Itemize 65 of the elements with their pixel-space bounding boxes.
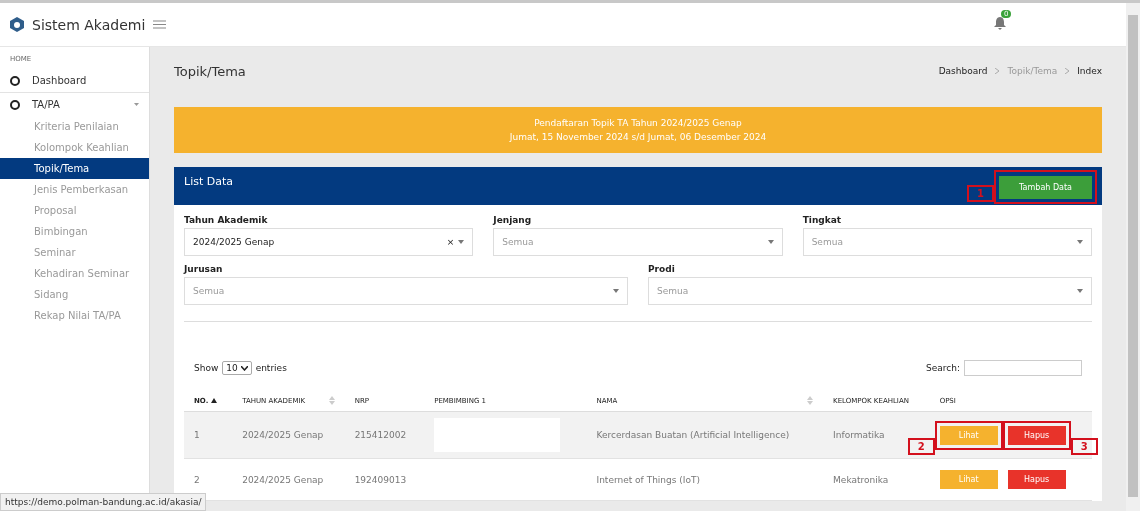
app-title: Sistem Akademi bbox=[32, 16, 146, 33]
filter-select[interactable]: Semua bbox=[493, 228, 783, 256]
chevron-icon bbox=[1065, 68, 1070, 74]
sidebar-item[interactable]: Seminar bbox=[0, 242, 149, 263]
search-label: Search: bbox=[926, 363, 960, 373]
chevron-icon bbox=[995, 68, 1000, 74]
caret-icon bbox=[1077, 289, 1083, 293]
sidebar-item[interactable]: Jenis Pemberkasan bbox=[0, 179, 149, 200]
sidebar-item[interactable]: Kehadiran Seminar bbox=[0, 263, 149, 284]
announcement-banner: Pendaftaran Topik TA Tahun 2024/2025 Genap Jumat, 15 November 2024 s/d Jumat, 06 Desember 2024 bbox=[174, 107, 1102, 153]
page-title: Topik/Tema bbox=[174, 63, 246, 79]
table-cell: 2024/2025 Genap bbox=[232, 411, 345, 459]
caret-icon bbox=[1077, 240, 1083, 244]
delete-button[interactable]: Hapus bbox=[1007, 470, 1066, 489]
entries-label: entries bbox=[255, 363, 287, 373]
sidebar-item[interactable]: Sidang bbox=[0, 284, 149, 305]
sidebar-item[interactable]: Kriteria Penilaian bbox=[0, 116, 149, 137]
annotation-number: 1 bbox=[967, 185, 995, 202]
table-cell: 192409013 bbox=[344, 458, 425, 501]
filter-select[interactable]: 2024/2025 Genap × bbox=[184, 228, 474, 256]
clear-icon[interactable]: × bbox=[446, 237, 455, 247]
table-cell: 215412002 bbox=[344, 411, 425, 459]
sidebar-item[interactable]: Bimbingan bbox=[0, 221, 149, 242]
breadcrumb-link[interactable]: Dashboard bbox=[938, 66, 988, 76]
sort-ascending-icon bbox=[211, 397, 218, 403]
bell-icon[interactable] bbox=[994, 17, 1006, 30]
sidebar-item[interactable]: Rekap Nilai TA/PA bbox=[0, 305, 149, 326]
card-title: List Data bbox=[184, 175, 233, 188]
sidebar-item[interactable]: Proposal bbox=[0, 200, 149, 221]
search-field[interactable] bbox=[964, 360, 1082, 376]
caret-icon bbox=[767, 240, 774, 244]
page-size-select[interactable]: 10 bbox=[222, 361, 252, 375]
filter-label: Tahun Akademik bbox=[184, 215, 269, 225]
status-url: https://demo.polman-bandung.ac.id/akasia/ bbox=[0, 493, 207, 511]
sidebar-item[interactable]: TA/PA bbox=[0, 93, 149, 116]
filter-select[interactable]: Semua bbox=[648, 277, 1092, 305]
add-data-button[interactable]: Tambah Data bbox=[999, 176, 1092, 199]
sidebar-item[interactable]: Kolompok Keahlian bbox=[0, 137, 149, 158]
table-cell: Mekatronika bbox=[823, 458, 930, 501]
table-cell: 1 bbox=[184, 411, 233, 459]
table-cell: Internet of Things (IoT) bbox=[586, 458, 824, 501]
breadcrumb-link[interactable]: Topik/Tema bbox=[1007, 66, 1058, 76]
caret-icon bbox=[240, 366, 248, 371]
annotation-number: 3 bbox=[1070, 437, 1098, 455]
show-label: Show bbox=[194, 363, 219, 373]
sidebar-item[interactable]: Dashboard bbox=[0, 69, 149, 93]
breadcrumb-link[interactable]: Index bbox=[1077, 66, 1102, 76]
caret-icon bbox=[613, 289, 619, 293]
filter-label: Tingkat bbox=[802, 215, 843, 225]
filter-label: Jurusan bbox=[184, 264, 224, 274]
delete-button[interactable]: Hapus bbox=[1007, 425, 1066, 445]
scrollbar[interactable] bbox=[1126, 3, 1140, 511]
filter-label: Jenjang bbox=[493, 215, 533, 225]
caret-icon bbox=[458, 240, 465, 244]
logo-icon bbox=[10, 17, 24, 32]
filter-select[interactable]: Semua bbox=[184, 277, 628, 305]
annotation-number: 2 bbox=[907, 437, 935, 455]
filter-select[interactable]: Semua bbox=[802, 228, 1092, 256]
table-cell: 2024/2025 Genap bbox=[232, 458, 345, 501]
menu-icon[interactable] bbox=[153, 20, 167, 29]
filter-label: Prodi bbox=[648, 264, 676, 274]
table-cell: Kercerdasan Buatan (Artificial Intelligence) bbox=[586, 411, 824, 459]
sort-icon bbox=[328, 396, 335, 405]
sort-icon bbox=[807, 396, 814, 405]
sidebar-item[interactable]: Topik/Tema bbox=[0, 158, 149, 179]
